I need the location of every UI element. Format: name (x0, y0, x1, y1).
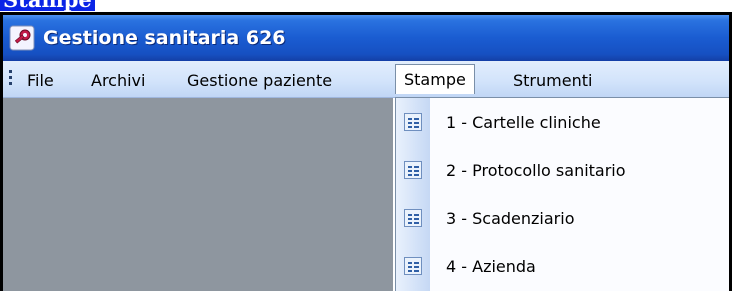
menu-file[interactable]: File (27, 71, 54, 90)
menu-bar: File Archivi Gestione paziente Stampe St… (3, 61, 729, 98)
menu-item-label: 1 - Cartelle cliniche (446, 113, 601, 132)
report-icon (404, 113, 422, 131)
report-icon (404, 209, 422, 227)
menu-archivi[interactable]: Archivi (91, 71, 145, 90)
key-icon (9, 25, 35, 51)
report-icon (404, 257, 422, 275)
menu-item-label: 2 - Protocollo sanitario (446, 161, 626, 180)
menu-item-label: 4 - Azienda (446, 257, 536, 276)
report-icon (404, 161, 422, 179)
title-bar[interactable]: Gestione sanitaria 626 (3, 15, 729, 61)
stampe-dropdown-menu: 1 - Cartelle cliniche 2 - Protocollo san… (395, 97, 729, 291)
menu-gestione-paziente[interactable]: Gestione paziente (187, 71, 332, 90)
menu-stampe[interactable]: Stampe (395, 64, 475, 94)
menu-item-protocollo-sanitario[interactable]: 2 - Protocollo sanitario (396, 147, 729, 195)
menu-strumenti[interactable]: Strumenti (513, 71, 592, 90)
workspace-area (3, 98, 393, 291)
menu-item-scadenziario[interactable]: 3 - Scadenziario (396, 195, 729, 243)
menu-grip-icon[interactable] (9, 70, 12, 86)
menu-item-label: 3 - Scadenziario (446, 209, 575, 228)
menu-item-azienda[interactable]: 4 - Azienda (396, 243, 729, 291)
document-heading: Stampe (0, 0, 95, 11)
app-window: Gestione sanitaria 626 File Archivi Gest… (0, 12, 732, 291)
window-title: Gestione sanitaria 626 (43, 27, 286, 49)
menu-item-cartelle-cliniche[interactable]: 1 - Cartelle cliniche (396, 99, 729, 147)
